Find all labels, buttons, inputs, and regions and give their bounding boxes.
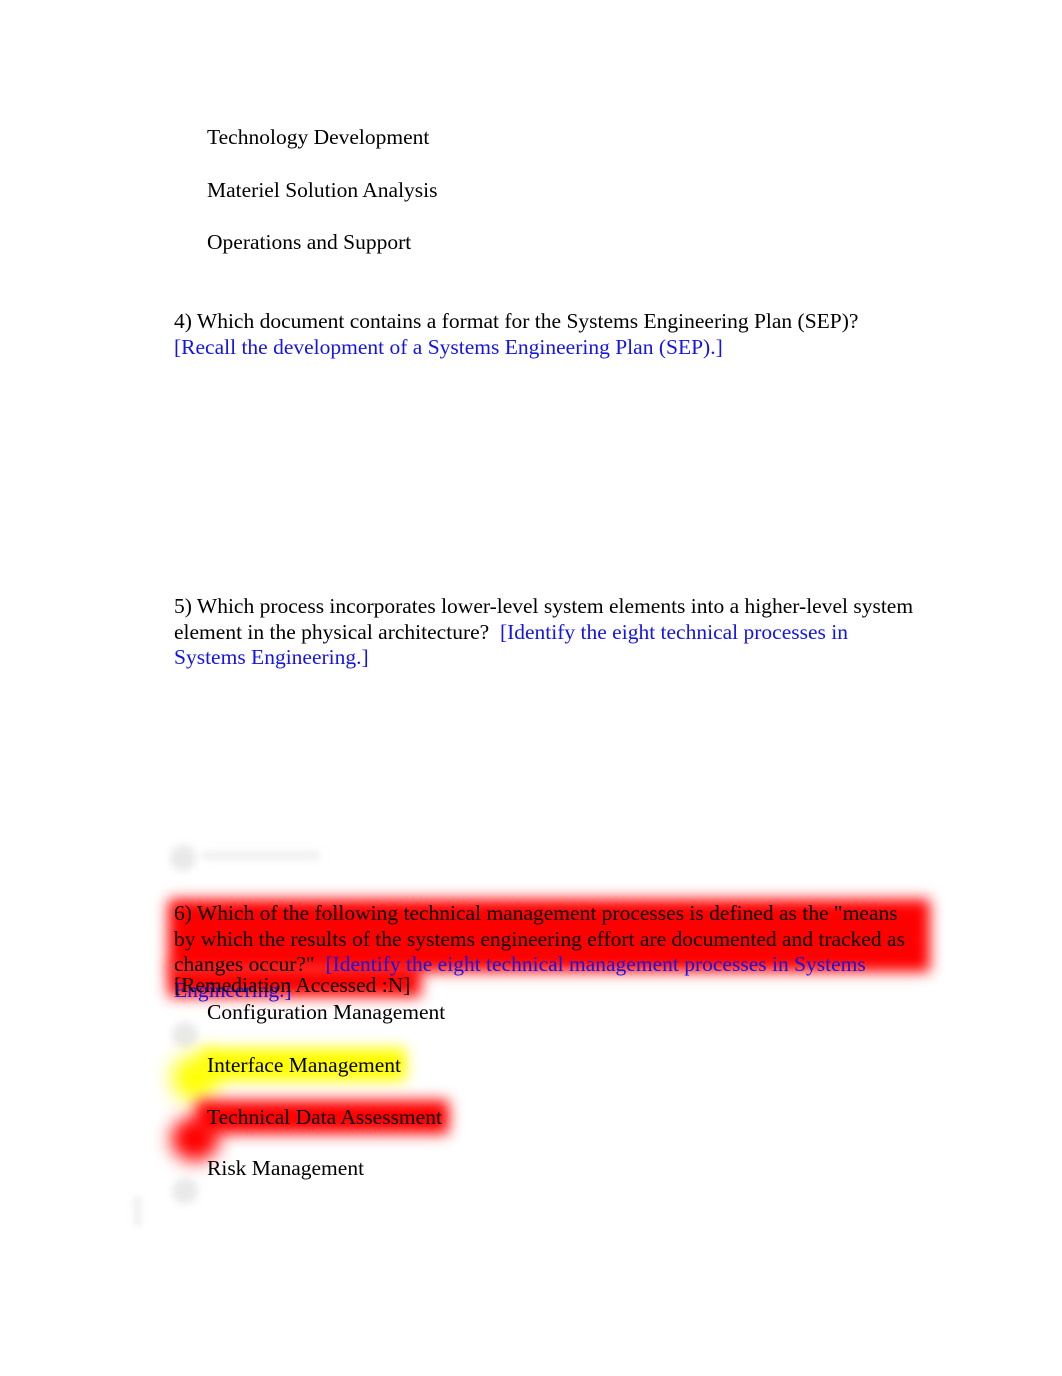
question-4-stem: 4) Which document contains a format for …: [174, 309, 859, 333]
remediation-accessed-label: [Remediation Accessed :N]: [174, 973, 411, 997]
erased-radio-icon: [170, 845, 196, 871]
radio-button-configuration-management-icon[interactable]: [172, 1022, 198, 1048]
option-label: Risk Management: [207, 1156, 365, 1180]
option-interface-management[interactable]: Interface Management: [207, 1050, 401, 1080]
list-item[interactable]: Materiel Solution Analysis: [207, 175, 438, 205]
document-page: Technology Development Materiel Solution…: [0, 0, 1062, 1376]
erased-text-artifact: [202, 852, 320, 859]
option-label: Technical Data Assessment: [207, 1105, 442, 1129]
question-4-block: 4) Which document contains a format for …: [174, 309, 922, 360]
list-item[interactable]: Technology Development: [207, 122, 429, 152]
option-label: Configuration Management: [207, 1000, 446, 1024]
option-label: Technology Development: [207, 125, 430, 149]
list-item[interactable]: Operations and Support: [207, 227, 411, 257]
option-label: Materiel Solution Analysis: [207, 178, 438, 202]
option-technical-data-assessment[interactable]: Technical Data Assessment: [207, 1102, 442, 1132]
question-5-block: 5) Which process incorporates lower-leve…: [174, 594, 922, 671]
option-configuration-management[interactable]: Configuration Management: [207, 997, 445, 1027]
question-4-remediation: [Recall the development of a Systems Eng…: [174, 334, 723, 359]
erased-margin-artifact: [133, 1196, 142, 1226]
radio-button-risk-management-icon[interactable]: [172, 1178, 198, 1204]
option-label: Operations and Support: [207, 230, 412, 254]
option-label: Interface Management: [207, 1053, 401, 1077]
option-risk-management[interactable]: Risk Management: [207, 1153, 364, 1183]
question-6-remediation-accessed-line: [Remediation Accessed :N]: [174, 973, 922, 999]
